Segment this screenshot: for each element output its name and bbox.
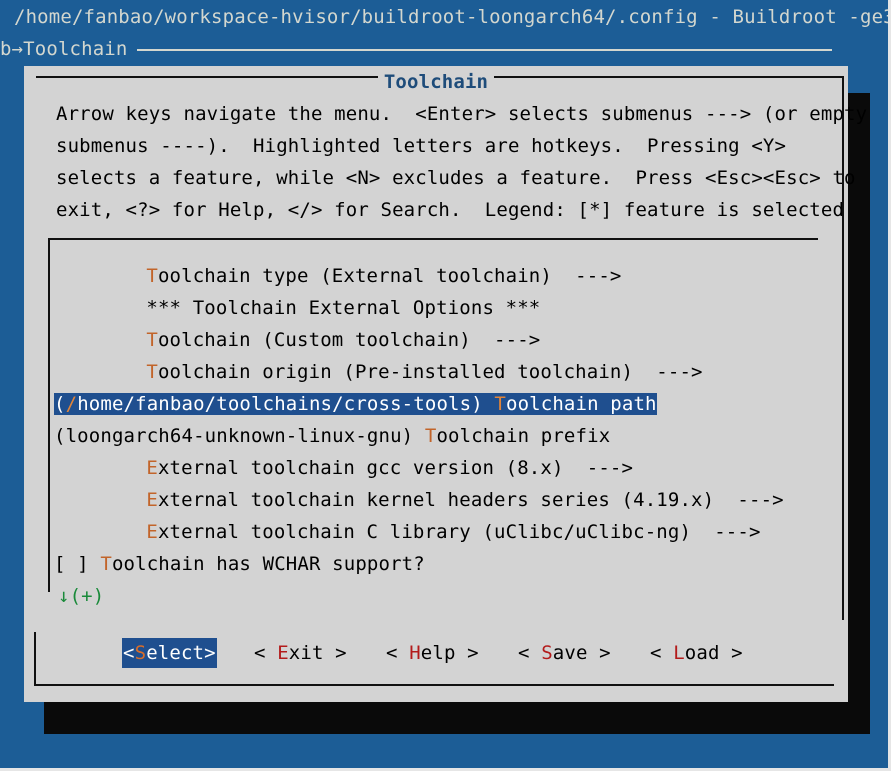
window-title: /home/fanbao/workspace-hvisor/buildroot-… <box>14 6 891 28</box>
menu-item-toolchain[interactable]: Toolchain (Custom toolchain) ---> <box>100 324 784 356</box>
help-button[interactable]: < Help > <box>386 638 479 668</box>
menu-item-toolchain-type[interactable]: Toolchain type (External toolchain) ---> <box>100 260 784 292</box>
menu-item-toolchain-origin[interactable]: Toolchain origin (Pre-installed toolchai… <box>100 356 784 388</box>
toolchain-dialog: Toolchain Arrow keys navigate the menu. … <box>24 66 868 702</box>
menu-item-label: oolchain type (External toolchain) ---> <box>157 265 622 287</box>
button-bracket: < <box>123 642 135 664</box>
help-text: Arrow keys navigate the menu. <Enter> se… <box>56 98 868 226</box>
selected-item-paren: ( <box>54 393 66 415</box>
menu-item-hotkey: E <box>146 489 158 511</box>
menu-item-prefix <box>100 521 146 543</box>
menu-item-hotkey: E <box>146 521 158 543</box>
select-button[interactable]: <Select> <box>122 638 217 668</box>
menu-item-hotkey: E <box>146 457 158 479</box>
menu-list-box: Toolchain type (External toolchain) --->… <box>48 238 818 607</box>
menu-item-label: xternal toolchain C library (uClibc/uCli… <box>157 521 761 543</box>
help-line: Arrow keys navigate the menu. <Enter> se… <box>56 103 868 125</box>
button-bracket: > <box>204 642 216 664</box>
help-line: exit, <?> for Help, </> for Search. Lege… <box>56 199 845 221</box>
menu-item-prefix <box>100 297 146 319</box>
menu-list: Toolchain type (External toolchain) --->… <box>54 260 784 612</box>
selected-item-highlight: (/home/fanbao/toolchains/cross-tools) To… <box>54 393 657 415</box>
menu-item-hotkey: T <box>146 329 158 351</box>
button-hotkey: E <box>277 642 289 664</box>
dialog-frame-bottom <box>34 684 834 686</box>
button-bracket: > <box>719 642 743 664</box>
button-label: elect <box>146 642 205 664</box>
menu-item-value: home/fanbao/toolchains/cross-tools) <box>77 393 495 415</box>
breadcrumb: b→Toolchain <box>0 36 833 62</box>
button-label: ave <box>552 642 588 664</box>
menu-item-hotkey: T <box>146 265 158 287</box>
dialog-frame-right <box>842 76 844 620</box>
selected-item-cursor: / <box>65 393 78 415</box>
menu-item-prefix <box>100 489 146 511</box>
menu-item-kernel-headers[interactable]: External toolchain kernel headers series… <box>100 484 784 516</box>
button-label: xit <box>288 642 324 664</box>
button-bracket: < <box>254 642 278 664</box>
menu-item-label: oolchain path <box>505 393 657 415</box>
dialog-title-wrap: Toolchain <box>24 69 848 95</box>
menu-item-label: xternal toolchain kernel headers series … <box>157 489 784 511</box>
menu-item-prefix <box>100 361 146 383</box>
button-bracket: < <box>518 642 542 664</box>
save-button[interactable]: < Save > <box>518 638 611 668</box>
menu-item-prefix <box>100 329 146 351</box>
menu-item-hotkey: T <box>494 393 506 415</box>
menu-item-label: oolchain has WCHAR support? <box>111 553 425 575</box>
menu-comment-external-options: *** Toolchain External Options *** <box>100 292 784 324</box>
button-label: elp <box>420 642 456 664</box>
dialog-title: Toolchain <box>377 71 495 93</box>
button-bracket: < <box>386 642 410 664</box>
breadcrumb-text: b→Toolchain <box>0 38 128 60</box>
menu-item-hotkey: T <box>146 361 158 383</box>
menu-item-label: oolchain origin (Pre-installed toolchain… <box>157 361 703 383</box>
menu-item-c-library[interactable]: External toolchain C library (uClibc/uCl… <box>100 516 784 548</box>
menu-item-value: (loongarch64-unknown-linux-gnu) <box>54 425 425 447</box>
button-bracket: < <box>650 642 674 664</box>
help-line: submenus ----). Highlighted letters are … <box>56 135 787 157</box>
more-items-down-icon: ↓(+) <box>58 585 105 607</box>
menu-item-label: oolchain prefix <box>436 425 611 447</box>
menu-item-label: xternal toolchain gcc version (8.x) ---> <box>157 457 634 479</box>
menu-item-toolchain-path[interactable]: (/home/fanbao/toolchains/cross-tools) To… <box>54 388 784 420</box>
button-hotkey: H <box>409 642 421 664</box>
button-hotkey: S <box>541 642 553 664</box>
menu-item-toolchain-prefix[interactable]: (loongarch64-unknown-linux-gnu) Toolchai… <box>54 420 784 452</box>
button-bracket: > <box>455 642 479 664</box>
menu-item-hotkey: T <box>424 425 437 447</box>
help-line: selects a feature, while <N> excludes a … <box>56 167 856 189</box>
breadcrumb-rule <box>137 48 833 51</box>
menu-item-label: *** Toolchain External Options *** <box>146 297 541 319</box>
button-bracket: > <box>323 642 347 664</box>
button-hotkey: L <box>673 642 685 664</box>
menu-item-label: oolchain (Custom toolchain) ---> <box>157 329 541 351</box>
menu-item-gcc-version[interactable]: External toolchain gcc version (8.x) ---… <box>100 452 784 484</box>
menu-item-prefix <box>100 265 146 287</box>
button-hotkey: S <box>134 642 147 664</box>
menu-item-prefix <box>100 457 146 479</box>
menu-item-wchar-support[interactable]: [ ] Toolchain has WCHAR support? <box>54 548 784 580</box>
dialog-frame-left <box>34 632 36 686</box>
checkbox[interactable]: [ ] <box>54 553 100 575</box>
menu-item-hotkey: T <box>100 553 112 575</box>
exit-button[interactable]: < Exit > <box>254 638 347 668</box>
button-bracket: > <box>587 642 611 664</box>
button-label: oad <box>684 642 720 664</box>
load-button[interactable]: < Load > <box>650 638 743 668</box>
